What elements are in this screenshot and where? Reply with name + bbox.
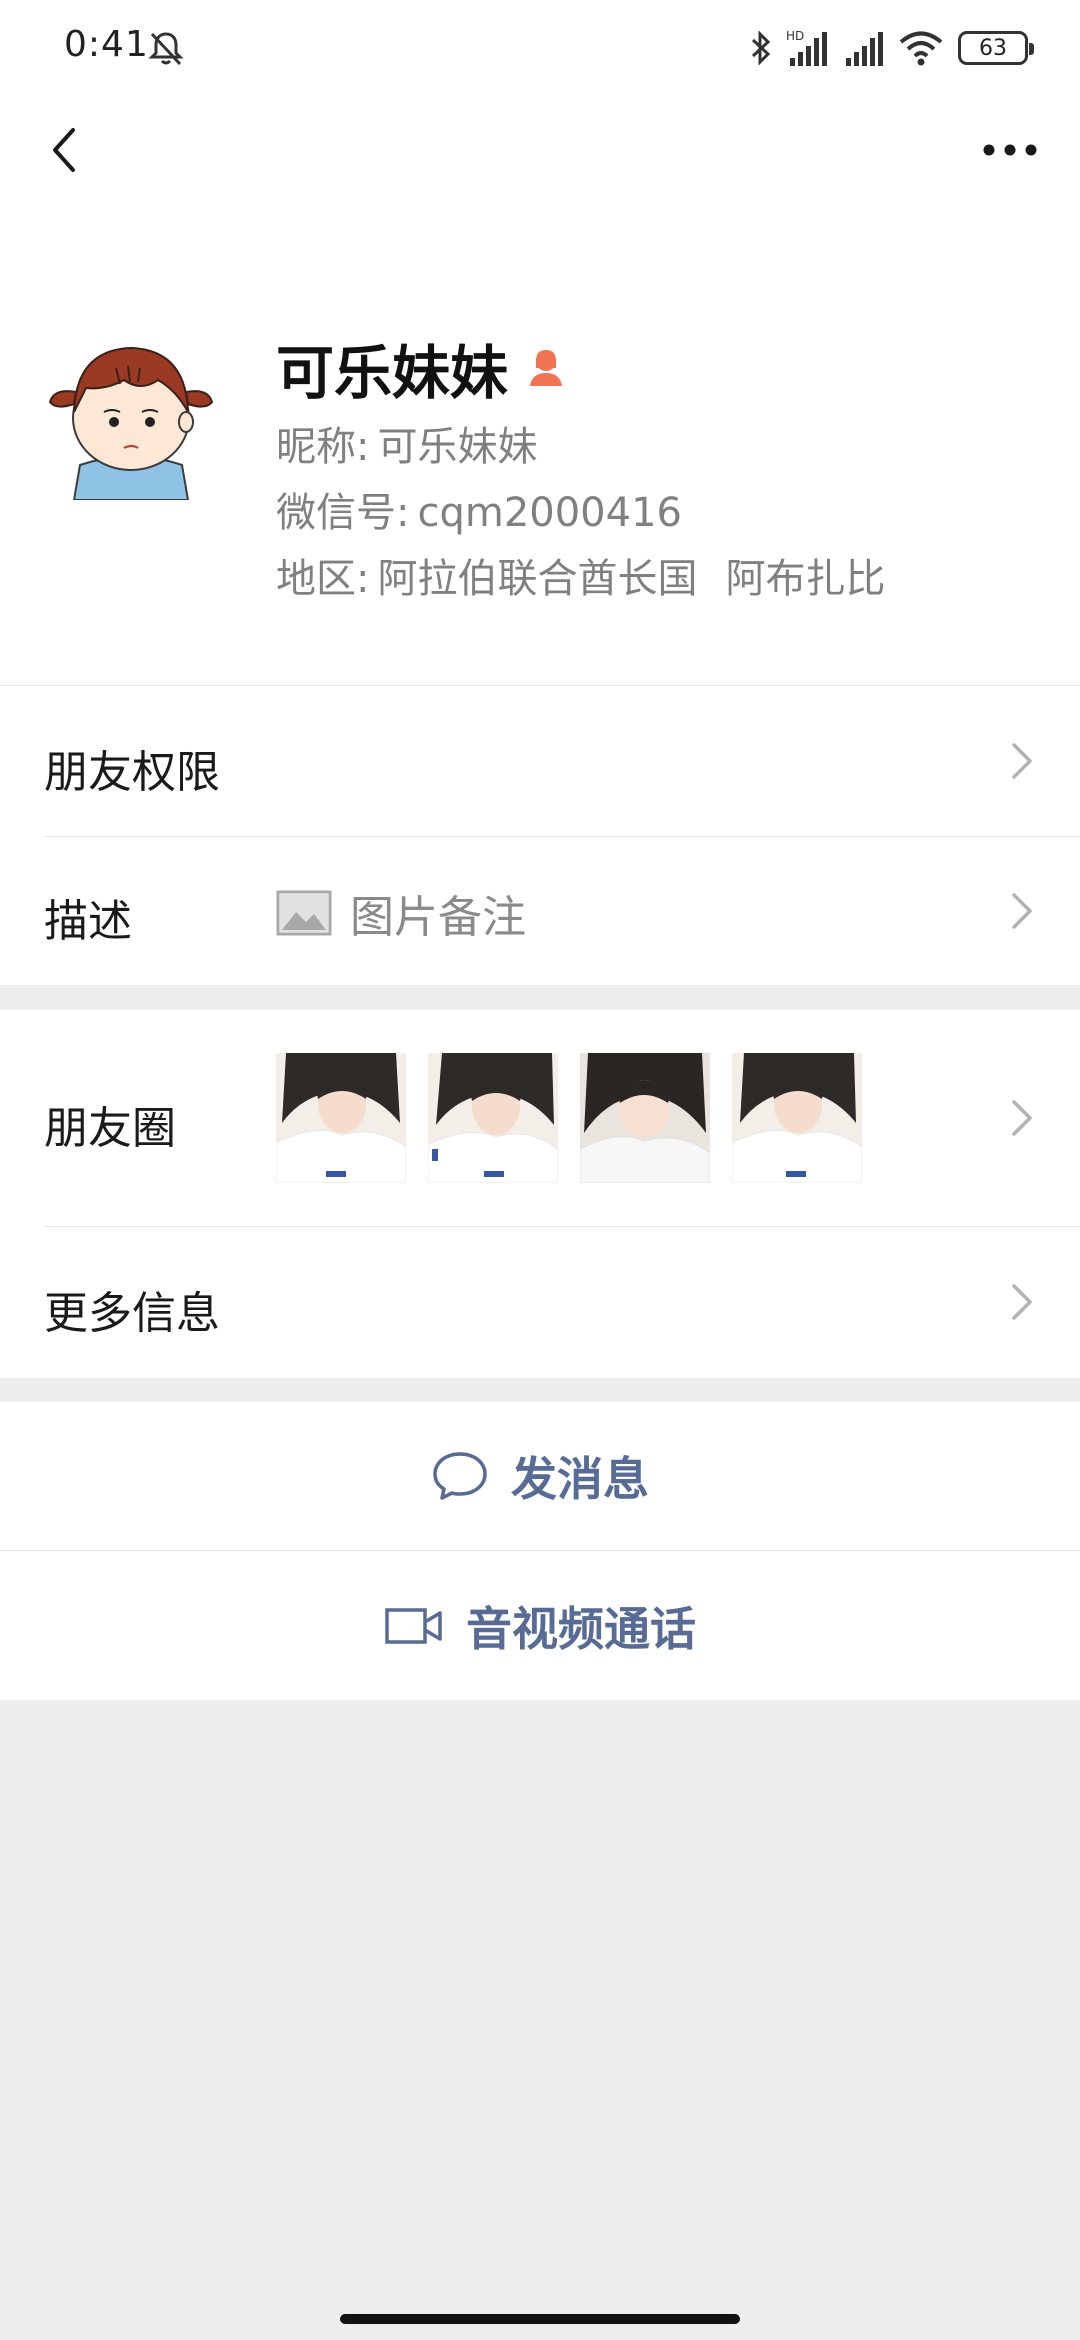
avatar[interactable] (46, 330, 216, 500)
back-button[interactable] (24, 110, 104, 190)
chevron-right-icon (1012, 893, 1032, 929)
region-city: 阿布扎比 (725, 556, 886, 602)
chevron-right-icon (1012, 1100, 1032, 1136)
status-time: 0:41 (64, 24, 149, 65)
region-label: 地区: (276, 556, 370, 602)
video-call-button[interactable]: 音视频通话 (0, 1551, 1080, 1700)
female-gender-icon (530, 350, 563, 386)
chevron-right-icon (1012, 743, 1032, 779)
wechat-id-line: 微信号: cqm2000416 (276, 480, 682, 538)
moment-photo (732, 1053, 862, 1183)
selfie-photo-image (732, 1053, 862, 1183)
profile-header: 可乐妹妹 昵称: 可乐妹妹 微信号: cqm2000416 地区: 阿拉伯联合酋长国阿… (0, 216, 1080, 685)
more-button[interactable] (960, 110, 1060, 190)
battery-level: 63 (979, 35, 1007, 61)
description-value: 图片备注 (276, 881, 526, 945)
wifi-icon (899, 31, 943, 66)
signal-icon (846, 32, 883, 66)
moments-photos (276, 1053, 862, 1183)
chevron-right-icon (1012, 1284, 1032, 1320)
send-message-button[interactable]: 发消息 (0, 1402, 1080, 1550)
mute-icon (148, 32, 184, 66)
cartoon-girl-avatar-image (46, 330, 216, 500)
profile-name-text: 可乐妹妹 (276, 339, 509, 407)
chat-bubble-icon (433, 1452, 487, 1500)
nickname-label: 昵称: (276, 424, 370, 470)
video-call-label: 音视频通话 (466, 1601, 696, 1656)
svg-text:HD: HD (786, 29, 804, 43)
back-arrow-icon (53, 128, 75, 172)
moment-photo (428, 1053, 558, 1183)
selfie-photo-image (428, 1053, 558, 1183)
region-country: 阿拉伯联合酋长国 (377, 556, 698, 602)
more-dots-icon (983, 144, 1037, 156)
moment-photo (276, 1053, 406, 1183)
wechat-id-label: 微信号: (276, 490, 410, 536)
moment-photo (580, 1053, 710, 1183)
profile-page: 0:41 HD 63 可乐妹妹 昵称: 可乐妹妹 微信号: cqm2000416… (0, 0, 1080, 2340)
nav-bar (0, 96, 1080, 216)
region-line: 地区: 阿拉伯联合酋长国 阿布扎比 (276, 546, 885, 604)
status-icons: HD 63 (750, 24, 1034, 72)
profile-name: 可乐妹妹 (276, 326, 568, 410)
video-camera-icon (385, 1607, 442, 1644)
more-info-row[interactable]: 更多信息 (0, 1227, 1080, 1378)
selfie-photo-image (580, 1053, 710, 1183)
friend-permissions-row[interactable]: 朋友权限 (0, 686, 1080, 836)
moments-row[interactable]: 朋友圈 (0, 1010, 1080, 1226)
selfie-photo-image (276, 1053, 406, 1183)
friend-permissions-label: 朋友权限 (44, 747, 220, 798)
nickname-line: 昵称: 可乐妹妹 (276, 414, 537, 472)
battery-icon: 63 (958, 31, 1034, 65)
status-bar: 0:41 HD 63 (0, 0, 1080, 96)
wechat-id-value[interactable]: cqm2000416 (417, 490, 682, 536)
hd-signal-icon: HD (786, 29, 827, 66)
settings-section: 朋友权限 描述 图片备注 (0, 685, 1080, 985)
bluetooth-icon (751, 30, 771, 66)
moments-label: 朋友圈 (44, 1103, 176, 1154)
image-icon (276, 890, 332, 936)
description-row[interactable]: 描述 图片备注 (0, 837, 1080, 985)
nickname-value: 可乐妹妹 (377, 424, 538, 470)
description-label: 描述 (44, 896, 132, 947)
moments-section: 朋友圈 更多信息 (0, 1010, 1080, 1378)
home-indicator[interactable] (340, 2314, 740, 2324)
description-value-text: 图片备注 (350, 892, 526, 943)
send-message-label: 发消息 (511, 1452, 649, 1506)
more-info-label: 更多信息 (44, 1288, 220, 1339)
